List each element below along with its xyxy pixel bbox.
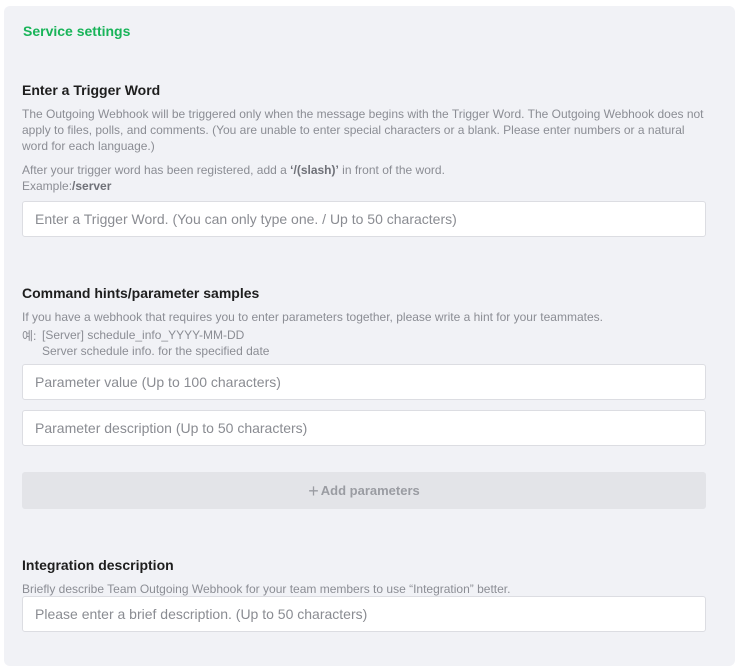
example-command-description: Server schedule info. for the specified … (42, 344, 270, 358)
parameter-description-input[interactable] (23, 411, 705, 445)
integration-description-heading: Integration description (22, 557, 174, 573)
example-value: /server (72, 179, 112, 193)
integration-description-help: Briefly describe Team Outgoing Webhook f… (22, 582, 511, 596)
slash-term: ‘/(slash)’ (290, 163, 339, 177)
example-command: [Server] schedule_info_YYYY-MM-DD (42, 328, 245, 342)
example-prefix: 예: (22, 329, 37, 343)
parameter-description-field[interactable] (22, 410, 706, 446)
trigger-hint-suffix: in front of the word. (338, 163, 445, 177)
command-hints-description: If you have a webhook that requires you … (22, 310, 603, 324)
trigger-word-field[interactable] (22, 201, 706, 237)
add-parameters-button[interactable]: + Add parameters (22, 472, 706, 509)
trigger-word-description: The Outgoing Webhook will be triggered o… (22, 107, 704, 153)
section-title: Service settings (23, 23, 131, 39)
trigger-hint-text: After your trigger word has been registe… (22, 163, 291, 177)
trigger-word-heading: Enter a Trigger Word (22, 82, 161, 98)
parameter-value-field[interactable] (22, 364, 706, 400)
command-hints-heading: Command hints/parameter samples (22, 285, 260, 301)
add-parameters-label: Add parameters (320, 483, 420, 498)
parameter-value-input[interactable] (23, 365, 705, 399)
integration-description-field[interactable] (22, 596, 706, 632)
plus-icon: + (308, 480, 319, 501)
example-label: Example: (22, 179, 73, 193)
trigger-word-input[interactable] (23, 202, 705, 236)
integration-description-input[interactable] (23, 597, 705, 631)
trigger-word-hint: After your trigger word has been registe… (22, 162, 712, 194)
